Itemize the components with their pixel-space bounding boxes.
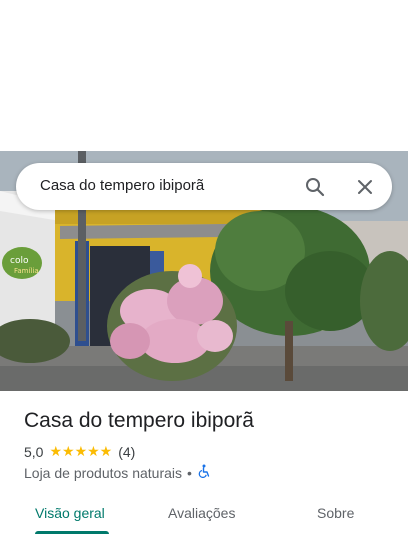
close-icon[interactable] — [353, 175, 377, 199]
reviews-count[interactable]: (4) — [118, 444, 135, 460]
star-rating: ★★★★★ — [49, 444, 113, 460]
separator: • — [187, 464, 192, 481]
rating-value: 5,0 — [24, 444, 44, 460]
place-info-panel: Casa do tempero ibiporã 5,0 ★★★★★ (4) Lo… — [0, 391, 408, 542]
sign-text-2: Família — [14, 267, 39, 275]
category-row: Loja de produtos naturais • — [24, 464, 211, 481]
tab-bar: Visão geral Avaliações Sobre — [0, 493, 408, 542]
top-blank-area — [0, 0, 408, 151]
tab-sobre[interactable]: Sobre — [317, 505, 354, 521]
tab-visao-geral[interactable]: Visão geral — [35, 505, 105, 521]
active-tab-indicator — [35, 531, 109, 534]
place-category: Loja de produtos naturais — [24, 464, 182, 481]
search-input[interactable]: Casa do tempero ibiporã — [40, 177, 204, 194]
search-icon[interactable] — [303, 175, 327, 199]
sign-text: colo — [10, 256, 29, 266]
tab-avaliacoes[interactable]: Avaliações — [168, 505, 235, 521]
rating-row: 5,0 ★★★★★ (4) — [24, 444, 135, 460]
wheelchair-icon — [197, 464, 211, 481]
search-bar[interactable]: Casa do tempero ibiporã — [16, 163, 392, 210]
place-title: Casa do tempero ibiporã — [24, 409, 254, 432]
